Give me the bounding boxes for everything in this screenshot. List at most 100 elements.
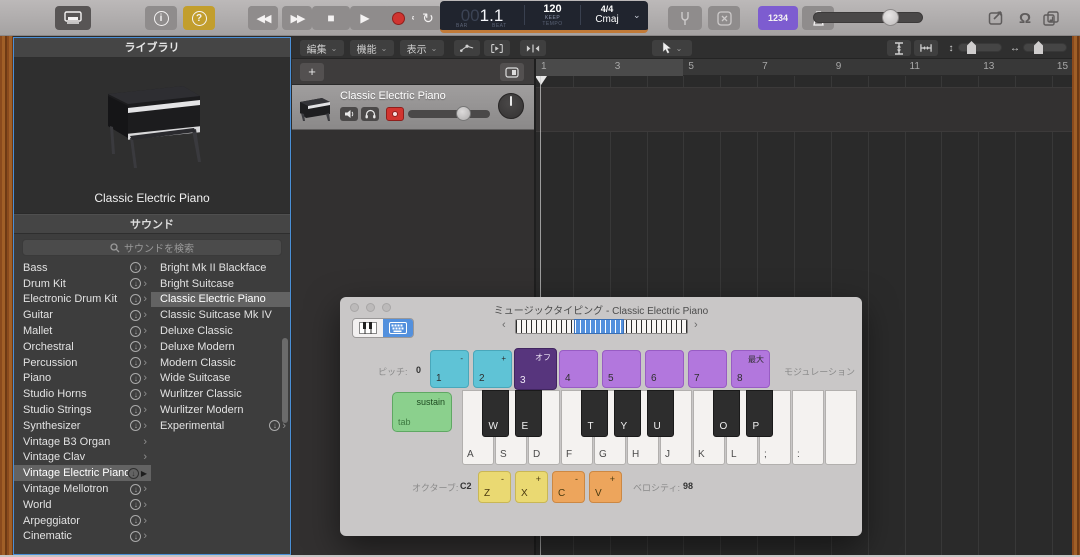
pitch-key-4[interactable]: 4 xyxy=(559,350,598,388)
octave-key-X[interactable]: X+ xyxy=(515,471,548,503)
pitch-key-6[interactable]: 6 xyxy=(645,350,684,388)
white-key-blank[interactable] xyxy=(825,390,857,465)
category-item[interactable]: Bass↓› xyxy=(14,260,151,276)
help-button[interactable]: ? xyxy=(183,6,215,30)
pitch-key-3[interactable]: 3オフ xyxy=(514,348,557,390)
menu-functions[interactable]: 機能 ⌄ xyxy=(350,40,394,56)
quick-help-button[interactable]: i xyxy=(145,6,177,30)
active-octave-range[interactable] xyxy=(574,319,624,334)
menu-view[interactable]: 表示 ⌄ xyxy=(400,40,444,56)
category-item[interactable]: Percussion↓› xyxy=(14,355,151,371)
category-item[interactable]: Synthesizer↓› xyxy=(14,418,151,434)
octave-key-C[interactable]: C- xyxy=(552,471,585,503)
download-icon[interactable]: ↓ xyxy=(130,373,141,384)
track-header-config-button[interactable] xyxy=(500,63,524,81)
category-item[interactable]: Studio Strings↓› xyxy=(14,402,151,418)
pitch-key-7[interactable]: 7 xyxy=(688,350,727,388)
octave-key-Z[interactable]: Z- xyxy=(478,471,511,503)
master-volume-slider[interactable] xyxy=(813,12,923,23)
track-lane[interactable] xyxy=(536,87,1072,132)
download-icon[interactable]: ↓ xyxy=(128,468,139,479)
notes-button[interactable] xyxy=(983,6,1009,30)
play-button[interactable]: ▶ xyxy=(350,6,380,30)
black-key-Y[interactable]: Y xyxy=(614,390,641,437)
black-key-O[interactable]: O xyxy=(713,390,740,437)
track-volume-slider[interactable] xyxy=(408,110,490,118)
black-key-W[interactable]: W xyxy=(482,390,509,437)
timeline-ruler[interactable]: 13579111315 xyxy=(536,59,1072,76)
musical-typing-mode-button[interactable] xyxy=(383,319,413,337)
track-volume-knob[interactable] xyxy=(456,106,471,121)
master-mute-button[interactable] xyxy=(708,6,740,30)
download-icon[interactable]: ↓ xyxy=(130,310,141,321)
download-icon[interactable]: ↓ xyxy=(130,341,141,352)
master-volume-knob[interactable] xyxy=(882,9,899,26)
lcd-chevron[interactable]: ⌄ xyxy=(633,1,647,30)
download-icon[interactable]: ↓ xyxy=(130,420,141,431)
sound-item[interactable]: Deluxe Modern xyxy=(151,339,290,355)
category-item[interactable]: Vintage Clav› xyxy=(14,450,151,466)
lcd-display[interactable]: 001.1 BAR BEAT 120 KEEP TEMPO 4/4 Cmaj ⌄ xyxy=(440,1,648,33)
category-item[interactable]: Arpeggiator↓› xyxy=(14,513,151,529)
black-key-U[interactable]: U xyxy=(647,390,674,437)
category-item[interactable]: Mallet↓› xyxy=(14,323,151,339)
download-icon[interactable]: ↓ xyxy=(130,531,141,542)
lcd-key-section[interactable]: 4/4 Cmaj xyxy=(581,1,633,30)
flex-button[interactable] xyxy=(484,40,510,56)
sound-search-input[interactable]: サウンドを検索 xyxy=(22,239,282,256)
pitch-key-5[interactable]: 5 xyxy=(602,350,641,388)
cycle-button[interactable]: ↻ xyxy=(414,6,442,30)
pitch-key-8[interactable]: 8最大 xyxy=(731,350,770,388)
sound-item[interactable]: Modern Classic xyxy=(151,355,290,371)
category-item[interactable]: Vintage Electric Piano↓▶ xyxy=(14,465,151,481)
category-item[interactable]: Orchestral↓› xyxy=(14,339,151,355)
download-icon[interactable]: ↓ xyxy=(130,515,141,526)
category-item[interactable]: World↓› xyxy=(14,497,151,513)
track-header[interactable]: Classic Electric Piano xyxy=(292,85,534,130)
vertical-zoom-slider[interactable] xyxy=(958,43,1002,52)
track-mute-button[interactable] xyxy=(340,107,358,121)
loop-browser-button[interactable]: Ω xyxy=(1012,6,1038,30)
library-scrollbar[interactable] xyxy=(282,338,288,423)
octave-range-right-chevron[interactable]: › xyxy=(694,319,698,331)
category-item[interactable]: Piano↓› xyxy=(14,371,151,387)
download-icon[interactable]: ↓ xyxy=(130,389,141,400)
record-button[interactable] xyxy=(384,6,412,30)
track-record-enable-button[interactable] xyxy=(386,107,404,121)
sound-item[interactable]: Classic Electric Piano xyxy=(151,292,290,308)
keyboard-overview-strip[interactable] xyxy=(515,319,688,334)
sound-item[interactable]: Wurlitzer Modern xyxy=(151,402,290,418)
download-icon[interactable]: ↓ xyxy=(269,420,280,431)
download-icon[interactable]: ↓ xyxy=(130,405,141,416)
download-icon[interactable]: ↓ xyxy=(130,294,141,305)
sound-item[interactable]: Wide Suitcase xyxy=(151,371,290,387)
download-icon[interactable]: ↓ xyxy=(130,326,141,337)
horizontal-zoom-knob[interactable] xyxy=(1034,41,1043,54)
sound-item[interactable]: Classic Suitcase Mk IV xyxy=(151,307,290,323)
vertical-autozoom-button[interactable] xyxy=(887,40,911,56)
rewind-button[interactable]: ◀◀ xyxy=(248,6,278,30)
black-key-E[interactable]: E xyxy=(515,390,542,437)
download-icon[interactable]: ↓ xyxy=(130,357,141,368)
horizontal-autozoom-button[interactable] xyxy=(914,40,938,56)
category-item[interactable]: Cinematic↓› xyxy=(14,529,151,545)
musical-typing-window[interactable]: ミュージックタイピング - Classic Electric Piano xyxy=(340,297,862,536)
octave-range-left-chevron[interactable]: ‹ xyxy=(502,319,506,331)
white-key-:[interactable]: : xyxy=(792,390,824,465)
sound-item[interactable]: Experimental↓› xyxy=(151,418,290,434)
download-icon[interactable]: ↓ xyxy=(130,262,141,273)
track-pan-knob[interactable] xyxy=(498,93,524,119)
category-item[interactable]: Electronic Drum Kit↓› xyxy=(14,292,151,308)
tuner-button[interactable] xyxy=(668,6,702,30)
download-icon[interactable]: ↓ xyxy=(130,499,141,510)
sound-item[interactable]: Bright Mk II Blackface xyxy=(151,260,290,276)
menu-edit[interactable]: 編集 ⌄ xyxy=(300,40,344,56)
library-toggle-button[interactable] xyxy=(55,6,91,30)
sound-item[interactable]: Wurlitzer Classic xyxy=(151,386,290,402)
catch-playhead-button[interactable] xyxy=(520,40,546,56)
category-item[interactable]: Vintage B3 Organ› xyxy=(14,434,151,450)
black-key-P[interactable]: P xyxy=(746,390,773,437)
lcd-tempo-section[interactable]: 120 KEEP TEMPO xyxy=(525,1,580,30)
category-item[interactable]: Drum Kit↓› xyxy=(14,276,151,292)
forward-button[interactable]: ▶▶ xyxy=(282,6,312,30)
